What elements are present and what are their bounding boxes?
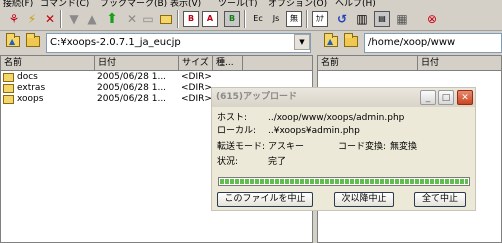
- file-size: <DIR>: [181, 83, 212, 93]
- folder-icon: [3, 73, 14, 82]
- toolbar-separator: [60, 10, 62, 28]
- file-row[interactable]: docs 2005/06/28 1... <DIR>: [1, 72, 312, 83]
- progress-fill: [220, 179, 468, 184]
- refresh-icon[interactable]: ↺: [334, 11, 350, 27]
- column-header-date[interactable]: 日付: [418, 56, 501, 71]
- binary-mode-button[interactable]: B: [183, 11, 199, 27]
- maximize-button[interactable]: □: [438, 90, 454, 105]
- local-value: ..¥xoops¥admin.php: [268, 126, 360, 136]
- column-header-size[interactable]: サイズ: [179, 56, 213, 71]
- column-header-type[interactable]: 種...: [213, 56, 243, 71]
- mode-value: アスキー: [268, 142, 305, 152]
- euc-button[interactable]: Ec: [250, 11, 266, 27]
- download-icon[interactable]: ▼: [66, 11, 82, 27]
- folder-icon: [3, 95, 14, 104]
- file-date: 2005/06/28 1...: [97, 83, 167, 93]
- parent-folder-icon[interactable]: ▲: [6, 33, 20, 47]
- toolbar-separator: [244, 10, 246, 28]
- jis-button[interactable]: Js: [268, 11, 284, 27]
- ascii-mode-button[interactable]: A: [202, 11, 218, 27]
- rename-icon[interactable]: ▭: [140, 11, 156, 27]
- detail-view-icon[interactable]: ▤: [374, 11, 390, 27]
- progress-bar: [218, 177, 470, 186]
- file-name: docs: [17, 72, 38, 82]
- local-path-input[interactable]: C:¥xoops-2.0.7.1_ja_eucjp: [46, 33, 311, 53]
- column-header-empty: [243, 56, 312, 71]
- cancel-file-button[interactable]: このファイルを中止: [217, 192, 313, 207]
- parent-folder-icon[interactable]: ▲: [324, 33, 338, 47]
- file-name: extras: [17, 83, 46, 93]
- stop-icon[interactable]: ⊗: [424, 11, 440, 27]
- cancel-all-button[interactable]: 全て中止: [414, 192, 466, 207]
- menu-command[interactable]: コマンド(C): [40, 0, 89, 8]
- delete-icon[interactable]: ✕: [124, 11, 140, 27]
- file-size: <DIR>: [181, 72, 212, 82]
- menu-connect[interactable]: 接続(F): [3, 0, 33, 8]
- close-button[interactable]: ✕: [457, 90, 473, 105]
- folder-icon: [3, 84, 14, 93]
- minimize-button[interactable]: _: [420, 90, 436, 105]
- code-value: 無変換: [390, 142, 418, 152]
- menu-bar: 接続(F) コマンド(C) ブックマーク(B) 表示(V) ツール(T) オプシ…: [0, 0, 502, 8]
- remote-path-row: ▲ /home/xoop/www: [318, 33, 502, 53]
- menu-view[interactable]: 表示(V): [170, 0, 201, 8]
- upload-icon[interactable]: ▲: [84, 11, 100, 27]
- mode-label: 転送モード:: [217, 142, 266, 152]
- toolbar-separator: [177, 10, 179, 28]
- file-date: 2005/06/28 1...: [97, 72, 167, 82]
- open-folder-icon[interactable]: [26, 33, 40, 47]
- status-value: 完了: [268, 157, 287, 167]
- connect-icon[interactable]: ⚘: [6, 11, 22, 27]
- toolbar: ⚘ ⚡ ✕ ▼ ▲ ⬆ ✕ ▭ B A B Ec Js 無 ｶﾅ ↺ ▥ ▤ ▦…: [0, 8, 502, 31]
- local-path-row: ▲ C:¥xoops-2.0.7.1_ja_eucjp ▼: [0, 33, 315, 53]
- mkdir-icon[interactable]: [158, 11, 174, 27]
- quick-connect-icon[interactable]: ⚡: [24, 11, 40, 27]
- remote-path-input[interactable]: /home/xoop/www: [364, 33, 502, 53]
- disconnect-icon[interactable]: ✕: [42, 11, 58, 27]
- upload-all-icon[interactable]: ⬆: [104, 11, 120, 27]
- status-label: 状況:: [217, 157, 239, 167]
- file-date: 2005/06/28 1...: [97, 94, 167, 104]
- menu-options[interactable]: オプション(O): [268, 0, 327, 8]
- list-view-icon[interactable]: ▥: [354, 11, 370, 27]
- column-header-name[interactable]: 名前: [1, 56, 95, 71]
- menu-help[interactable]: ヘルプ(H): [335, 0, 376, 8]
- open-folder-icon[interactable]: [344, 33, 358, 47]
- menu-tools[interactable]: ツール(T): [218, 0, 258, 8]
- host-label: ホスト:: [217, 113, 248, 123]
- settings-icon[interactable]: ▦: [394, 11, 410, 27]
- no-convert-button[interactable]: 無: [286, 11, 302, 27]
- auto-mode-button[interactable]: B: [224, 11, 240, 27]
- host-value: ../xoop/www/xoops/admin.php: [268, 113, 405, 123]
- upload-dialog: (615)アップロード _ □ ✕ ホスト: ../xoop/www/xoops…: [211, 87, 476, 211]
- file-name: xoops: [17, 94, 44, 104]
- cancel-after-button[interactable]: 次以降中止: [334, 192, 394, 207]
- code-label: コード変換:: [338, 142, 387, 152]
- kana-convert-button[interactable]: ｶﾅ: [312, 11, 328, 27]
- chevron-down-icon[interactable]: ▼: [294, 34, 310, 50]
- file-size: <DIR>: [181, 94, 212, 104]
- column-header-date[interactable]: 日付: [95, 56, 179, 71]
- menu-bookmark[interactable]: ブックマーク(B): [100, 0, 167, 8]
- local-label: ローカル:: [217, 126, 257, 136]
- toolbar-separator: [306, 10, 308, 28]
- column-header-name[interactable]: 名前: [318, 56, 418, 71]
